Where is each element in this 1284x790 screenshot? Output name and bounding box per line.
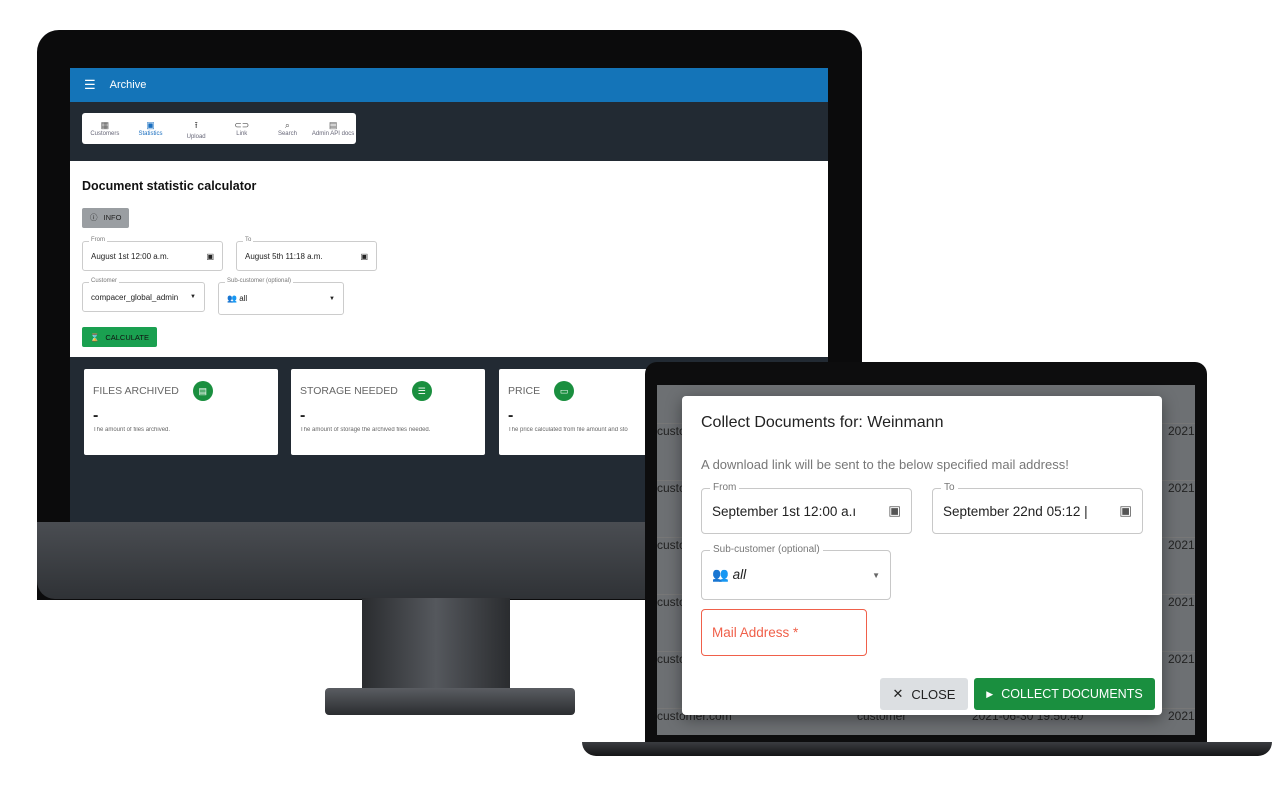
hourglass-icon: ⌛ <box>90 332 100 342</box>
group-icon: 👥 <box>227 294 237 303</box>
calculator-panel: Document statistic calculator ⓘ INFO From… <box>70 161 828 357</box>
monitor-stand <box>362 598 510 690</box>
nav-statistics[interactable]: ▣ Statistics <box>128 120 172 137</box>
dialog-hint: A download link will be sent to the belo… <box>701 457 1069 472</box>
dialog-title: Collect Documents for: Weinmann <box>701 414 944 431</box>
calendar-icon[interactable]: ▣ <box>888 503 901 519</box>
nav-search[interactable]: ⌕ Search <box>265 120 309 137</box>
close-icon: ✕ <box>892 686 904 701</box>
page-title: Document statistic calculator <box>82 179 257 193</box>
calculate-button[interactable]: ⌛ CALCULATE <box>82 327 157 347</box>
collect-documents-button[interactable]: ▶ COLLECT DOCUMENTS <box>974 678 1155 710</box>
play-icon: ▶ <box>986 688 994 699</box>
close-button[interactable]: ✕ CLOSE <box>880 678 968 710</box>
search-icon: ⌕ <box>284 120 290 130</box>
app-title: Archive <box>109 79 147 91</box>
document-icon: ▤ <box>328 120 338 130</box>
upload-icon: ⭱ <box>194 119 198 130</box>
credit-card-icon: ▭ <box>554 381 575 401</box>
app-bar: ☰ Archive <box>70 68 828 102</box>
bar-chart-icon: ▣ <box>146 120 155 130</box>
link-icon: ⊂⊃ <box>234 120 250 130</box>
laptop-base <box>582 742 1272 756</box>
nav-upload[interactable]: ⭱ Upload <box>174 118 218 140</box>
customer-select[interactable]: Customer compacer_global_admin ▼ <box>82 278 205 312</box>
monitor-base <box>325 688 575 715</box>
list-icon: ☰ <box>411 381 432 401</box>
file-icon: ▤ <box>192 381 213 401</box>
calendar-icon[interactable]: ▣ <box>1119 503 1132 519</box>
nav-bar: ▦ Customers ▣ Statistics ⭱ Upload ⊂⊃ Link ⌕ S… <box>82 113 356 144</box>
calendar-icon[interactable]: ▣ <box>360 252 368 261</box>
subcustomer-select[interactable]: Sub-customer (optional) 👥 all ▼ <box>701 544 891 600</box>
chevron-down-icon: ▼ <box>329 295 335 302</box>
group-icon: 👥 <box>712 567 729 582</box>
nav-customers[interactable]: ▦ Customers <box>83 120 127 137</box>
nav-link[interactable]: ⊂⊃ Link <box>220 120 264 137</box>
table-icon: ▦ <box>100 120 110 130</box>
calendar-icon[interactable]: ▣ <box>206 252 214 261</box>
chevron-down-icon: ▼ <box>872 570 880 580</box>
storage-needed-card: STORAGE NEEDED ☰ - The amount of storage th… <box>291 369 485 455</box>
from-date-field[interactable]: From September 1st 12:00 a.ı ▣ <box>701 482 912 534</box>
subcustomer-select[interactable]: Sub-customer (optional) 👥 all ▼ <box>218 278 344 315</box>
to-date-field[interactable]: To September 22nd 05:12 | ▣ <box>932 482 1143 534</box>
collect-documents-dialog: Collect Documents for: Weinmann A downlo… <box>682 396 1162 715</box>
files-archived-card: FILES ARCHIVED ▤ - The amount of files arch… <box>84 369 278 455</box>
mail-address-input[interactable]: Mail Address * <box>701 609 867 656</box>
menu-icon[interactable]: ☰ <box>84 77 96 93</box>
to-date-field[interactable]: To August 5th 11:18 a.m. ▣ <box>236 237 377 271</box>
info-button[interactable]: ⓘ INFO <box>82 207 130 228</box>
chevron-down-icon: ▼ <box>190 294 196 300</box>
info-icon: ⓘ <box>90 213 98 222</box>
nav-admin-api-docs[interactable]: ▤ Admin API docs <box>311 120 355 137</box>
from-date-field[interactable]: From August 1st 12:00 a.m. ▣ <box>82 237 223 271</box>
